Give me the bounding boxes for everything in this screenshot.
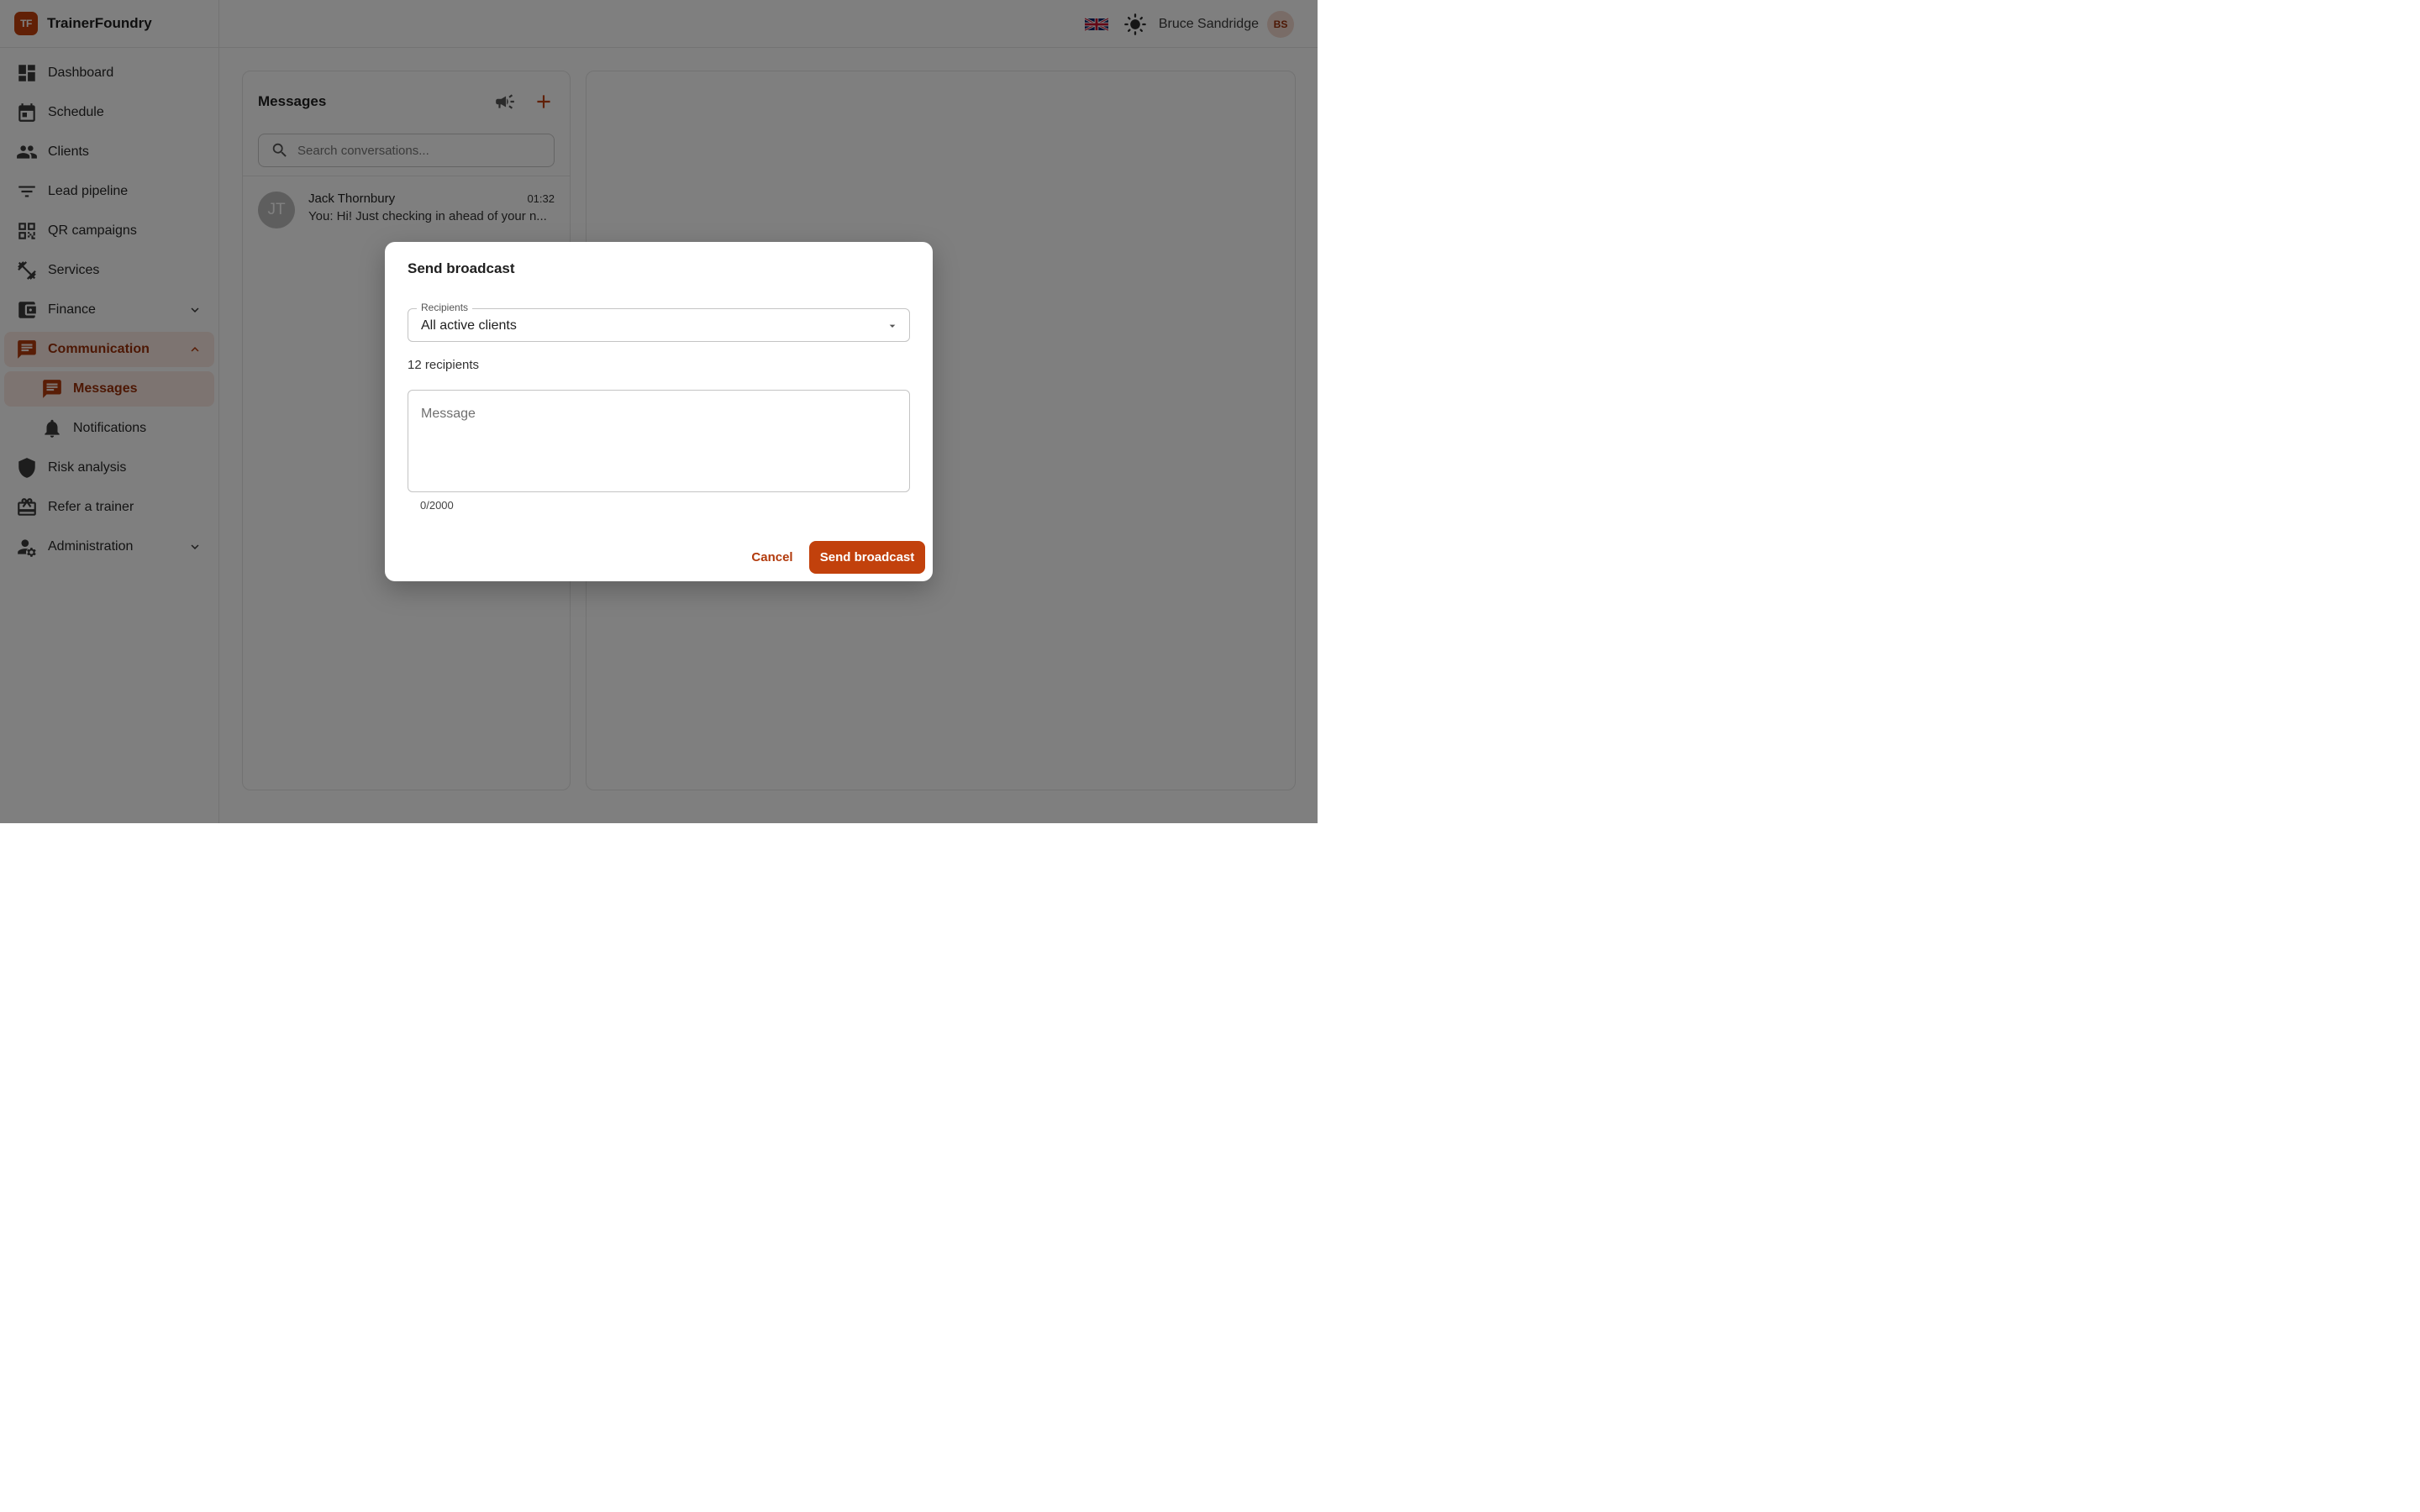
message-input[interactable] — [408, 391, 909, 491]
cancel-button[interactable]: Cancel — [744, 541, 800, 573]
app-root: TF TrainerFoundry Dashboard Schedule Cli… — [0, 0, 1318, 823]
char-count: 0/2000 — [420, 499, 454, 512]
recipients-label: Recipients — [417, 302, 473, 313]
send-broadcast-dialog: Send broadcast Recipients All active cli… — [385, 242, 933, 581]
recipients-select[interactable]: Recipients All active clients — [408, 302, 910, 342]
recipient-count: 12 recipients — [408, 358, 480, 372]
dialog-title: Send broadcast — [408, 260, 515, 276]
caret-down-icon — [886, 319, 899, 333]
send-broadcast-button[interactable]: Send broadcast — [809, 541, 925, 574]
message-field[interactable] — [408, 390, 910, 492]
recipients-value: All active clients — [421, 318, 517, 333]
